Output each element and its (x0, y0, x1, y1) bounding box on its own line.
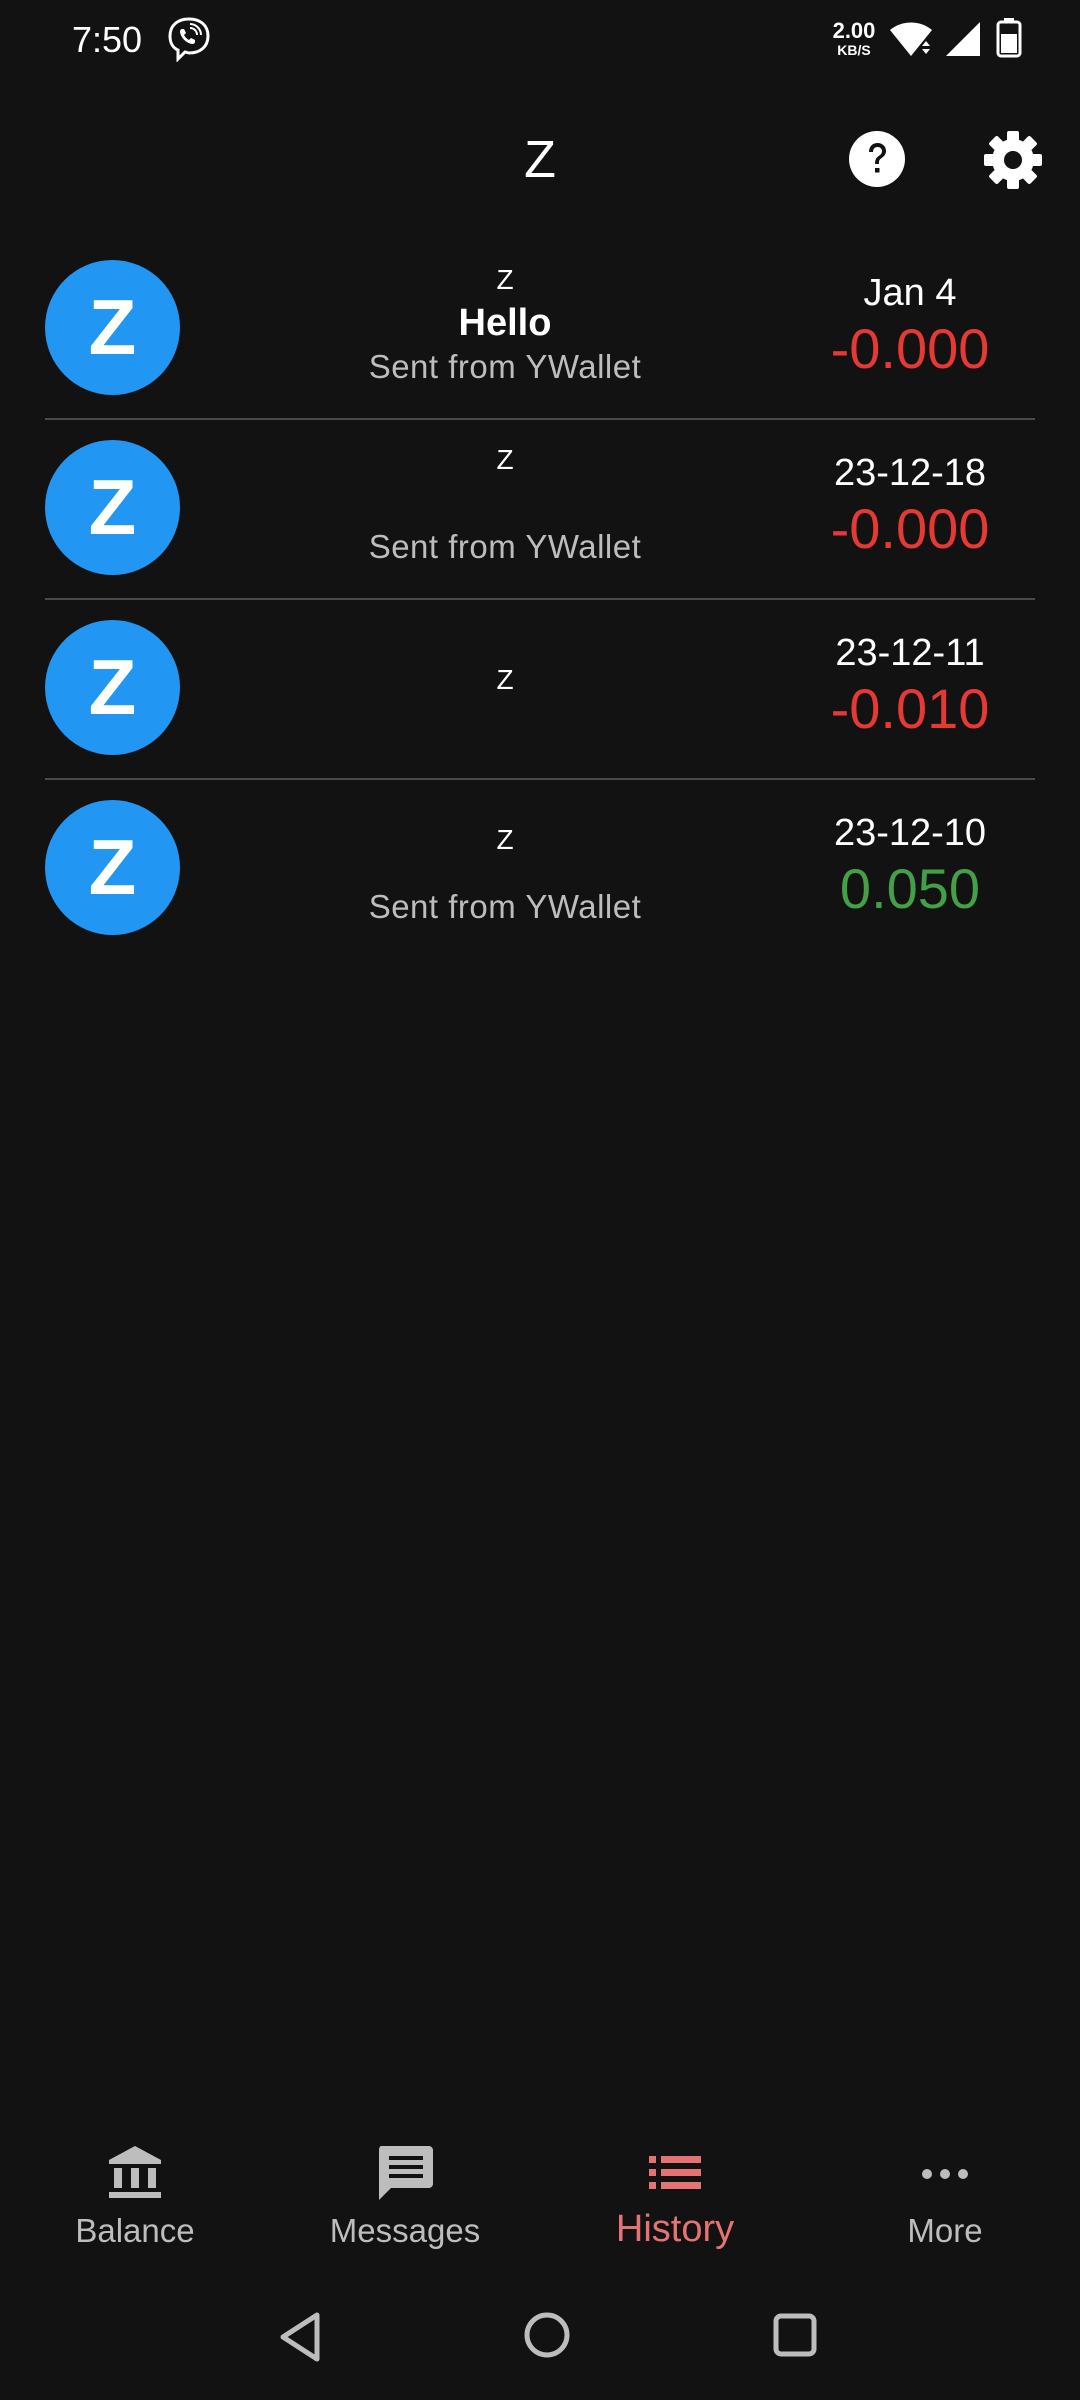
back-icon[interactable] (275, 2310, 325, 2364)
network-speed-unit: KB/S (837, 42, 871, 58)
nav-label: More (907, 2212, 983, 2249)
nav-item-more[interactable]: More (810, 2130, 1080, 2260)
recent-apps-icon[interactable] (770, 2310, 820, 2360)
avatar: Z (45, 440, 180, 575)
transaction-subtitle: Sent from YWallet (368, 528, 642, 565)
transaction-details: Z Sent from YWallet (235, 420, 775, 598)
transaction-date: Jan 4 (863, 272, 957, 314)
help-circle-icon[interactable] (848, 130, 906, 188)
transaction-amount: 0.050 (839, 857, 981, 920)
battery-icon (996, 18, 1022, 58)
transaction-subtitle: Sent from YWallet (368, 348, 642, 385)
wifi-icon (890, 22, 932, 56)
transaction-summary: 23-12-11 -0.010 (735, 600, 1080, 778)
transaction-date: 23-12-10 (833, 812, 987, 854)
transaction-date: 23-12-18 (833, 452, 987, 494)
transaction-details: Z Sent from YWallet (235, 780, 775, 958)
nav-label: History (615, 2208, 735, 2250)
viber-icon (168, 17, 210, 62)
transaction-amount: -0.000 (830, 317, 990, 380)
transaction-row[interactable]: Z Z Sent from YWallet 23-12-10 0.050 (45, 780, 1035, 958)
transaction-summary: Jan 4 -0.000 (735, 240, 1080, 418)
nav-item-messages[interactable]: Messages (270, 2130, 540, 2260)
app-bar: Z (0, 100, 1080, 220)
transaction-summary: 23-12-10 0.050 (735, 780, 1080, 958)
transaction-date: 23-12-11 (835, 632, 985, 674)
transaction-name: Z (496, 444, 514, 475)
message-icon (379, 2146, 433, 2200)
bottom-navigation: Balance Messages History More (0, 2130, 1080, 2260)
bank-icon (109, 2146, 161, 2198)
transaction-summary: 23-12-18 -0.000 (735, 420, 1080, 598)
transaction-subtitle: Sent from YWallet (368, 888, 642, 925)
nav-label: Messages (329, 2212, 481, 2249)
gear-icon[interactable] (983, 130, 1043, 190)
transaction-details: Z Hello Sent from YWallet (235, 240, 775, 418)
transaction-amount: -0.000 (830, 497, 990, 560)
avatar: Z (45, 800, 180, 935)
more-horizontal-icon (922, 2169, 968, 2179)
nav-label: Balance (75, 2212, 195, 2249)
nav-item-history[interactable]: History (540, 2130, 810, 2260)
network-speed-value: 2.00 (832, 18, 876, 43)
nav-item-balance[interactable]: Balance (0, 2130, 270, 2260)
transaction-details: Z (235, 600, 775, 778)
transaction-list: Z Z Hello Sent from YWallet Jan 4 -0.000… (45, 240, 1035, 958)
transaction-row[interactable]: Z Z Sent from YWallet 23-12-18 -0.000 (45, 420, 1035, 600)
signal-icon (946, 22, 980, 56)
page-title: Z (524, 131, 556, 189)
transaction-name: Z (496, 664, 514, 695)
network-speed: 2.00 KB/S (826, 18, 882, 58)
system-navigation-bar (0, 2280, 1080, 2390)
transaction-name: Z (496, 264, 514, 295)
avatar: Z (45, 620, 180, 755)
status-bar: 7:50 2.00 KB/S (0, 0, 1080, 80)
list-icon (649, 2156, 701, 2189)
transaction-name: Z (496, 824, 514, 855)
transaction-amount: -0.010 (830, 677, 990, 740)
status-time: 7:50 (72, 19, 143, 60)
transaction-row[interactable]: Z Z 23-12-11 -0.010 (45, 600, 1035, 780)
home-icon[interactable] (522, 2310, 572, 2360)
transaction-row[interactable]: Z Z Hello Sent from YWallet Jan 4 -0.000 (45, 240, 1035, 420)
avatar: Z (45, 260, 180, 395)
transaction-memo: Hello (458, 302, 552, 344)
